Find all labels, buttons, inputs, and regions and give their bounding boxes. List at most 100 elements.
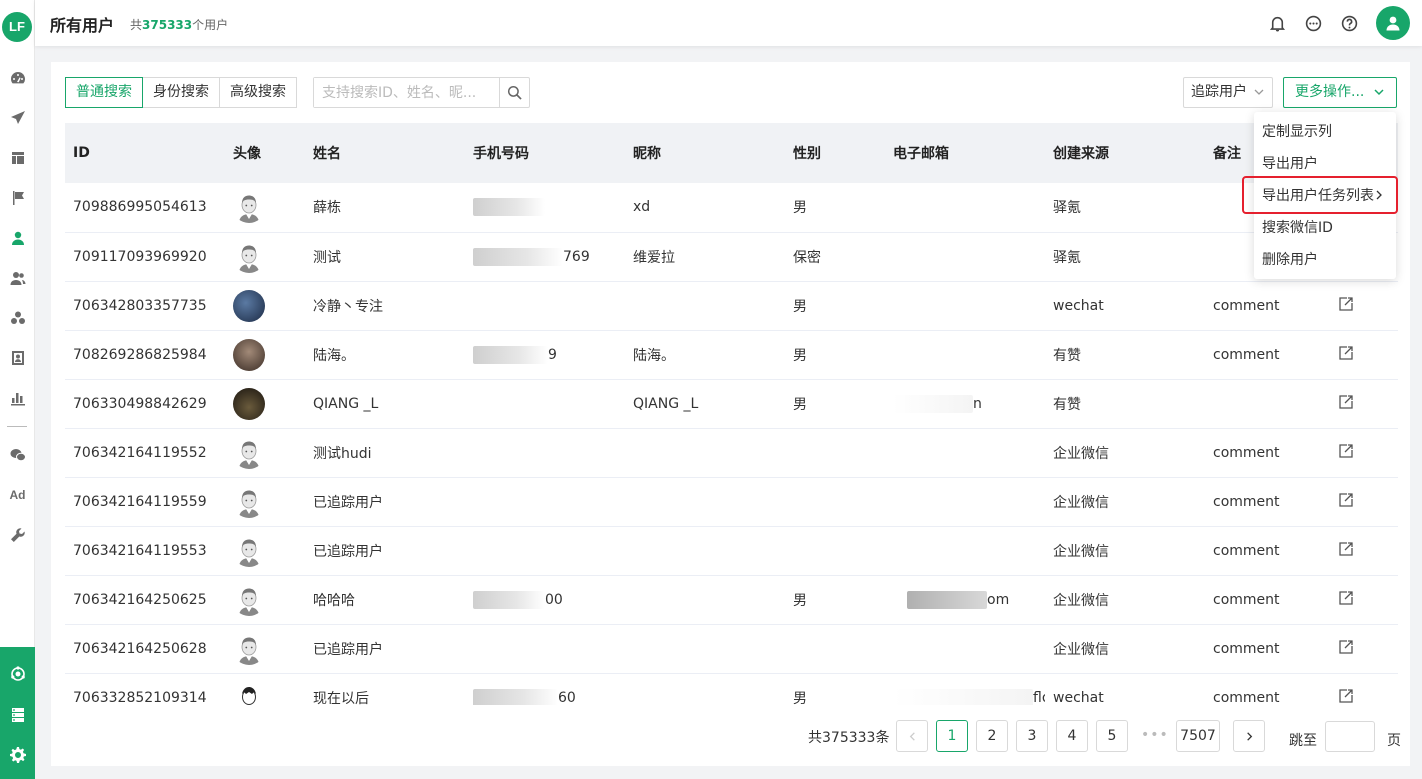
- table-row[interactable]: 709117093969920 测试 769 维爱拉 保密 驿氪: [65, 232, 1398, 282]
- cell-id[interactable]: 709117093969920: [65, 232, 225, 282]
- chat-icon[interactable]: [1303, 13, 1323, 33]
- menu-item-custom-columns[interactable]: 定制显示列: [1254, 116, 1396, 148]
- table-row[interactable]: 706342164250628 已追踪用户 企业微信 comment: [65, 624, 1398, 674]
- ad-icon[interactable]: Ad: [0, 483, 35, 507]
- edit-icon[interactable]: [1338, 688, 1354, 706]
- badge-icon[interactable]: [0, 346, 35, 370]
- user-icon[interactable]: [0, 226, 35, 250]
- bell-icon[interactable]: [1267, 13, 1287, 33]
- wechat-icon[interactable]: [0, 443, 35, 467]
- send-icon[interactable]: [0, 106, 35, 130]
- app-logo[interactable]: LF: [2, 12, 32, 42]
- page-1-button[interactable]: 1: [936, 720, 968, 752]
- cell-name[interactable]: 陆海。: [305, 330, 465, 380]
- wrench-icon[interactable]: [0, 523, 35, 547]
- page-4-button[interactable]: 4: [1056, 720, 1088, 752]
- cell-id[interactable]: 706342164250625: [65, 575, 225, 625]
- cell-id[interactable]: 706342164250628: [65, 624, 225, 674]
- menu-item-export-users[interactable]: 导出用户: [1254, 148, 1396, 180]
- cell-id[interactable]: 706342164119553: [65, 526, 225, 576]
- edit-icon[interactable]: [1338, 590, 1354, 610]
- edit-icon[interactable]: [1338, 639, 1354, 659]
- table-row[interactable]: 706342803357735 冷静丶专注 男 wechat comment: [65, 281, 1398, 331]
- edit-icon[interactable]: [1338, 394, 1354, 414]
- col-source[interactable]: 创建来源: [1045, 123, 1205, 183]
- cell-email-text: n: [973, 395, 982, 412]
- cell-id[interactable]: 706342803357735: [65, 281, 225, 331]
- cell-phone: 60: [465, 673, 625, 705]
- users-icon[interactable]: [0, 266, 35, 290]
- col-id[interactable]: ID: [65, 123, 225, 183]
- hub-icon[interactable]: [0, 662, 35, 686]
- col-name[interactable]: 姓名: [305, 123, 465, 183]
- table-row[interactable]: 706342164119553 已追踪用户 企业微信 comment: [65, 526, 1398, 576]
- cell-id[interactable]: 706342164119552: [65, 428, 225, 478]
- table-header-row: ID 头像 姓名 手机号码 昵称 性别 电子邮箱 创建来源 备注: [65, 123, 1398, 183]
- cell-id[interactable]: 708269286825984: [65, 330, 225, 380]
- col-gender[interactable]: 性别: [785, 123, 885, 183]
- page-5-button[interactable]: 5: [1096, 720, 1128, 752]
- tab-normal-search[interactable]: 普通搜索: [65, 77, 143, 108]
- search-icon[interactable]: [499, 78, 529, 107]
- default-avatar-icon: [233, 632, 265, 665]
- table-row[interactable]: 706332852109314 现在以后 60 男 flowechatcomment: [65, 673, 1398, 705]
- edit-icon[interactable]: [1338, 443, 1354, 463]
- cell-name[interactable]: 已追踪用户: [305, 526, 465, 576]
- last-page-button[interactable]: 7507: [1176, 720, 1220, 752]
- cell-note: comment: [1205, 477, 1330, 527]
- edit-icon[interactable]: [1338, 296, 1354, 316]
- search-input[interactable]: [314, 78, 499, 107]
- edit-icon[interactable]: [1338, 345, 1354, 365]
- cell-name[interactable]: 测试: [305, 232, 465, 282]
- more-actions-button[interactable]: 更多操作...: [1283, 77, 1397, 108]
- tab-advanced-search[interactable]: 高级搜索: [219, 77, 297, 108]
- cell-name[interactable]: 测试hudi: [305, 428, 465, 478]
- cell-id[interactable]: 709886995054613: [65, 183, 225, 233]
- dashboard-icon[interactable]: [0, 66, 35, 90]
- cell-name[interactable]: QIANG _L: [305, 379, 465, 429]
- layout-icon[interactable]: [0, 146, 35, 170]
- cell-note: comment: [1205, 673, 1330, 705]
- cell-name[interactable]: 现在以后: [305, 673, 465, 705]
- col-nickname[interactable]: 昵称: [625, 123, 785, 183]
- cell-name[interactable]: 薛栋: [305, 183, 465, 233]
- table-row[interactable]: 708269286825984 陆海。 9 陆海。男有赞 comment: [65, 330, 1398, 380]
- page-2-button[interactable]: 2: [976, 720, 1008, 752]
- help-icon[interactable]: [1339, 13, 1359, 33]
- cell-name[interactable]: 已追踪用户: [305, 477, 465, 527]
- chart-icon[interactable]: [0, 386, 35, 410]
- cell-name[interactable]: 哈哈哈: [305, 575, 465, 625]
- jump-page-input[interactable]: [1325, 721, 1375, 752]
- cell-id[interactable]: 706332852109314: [65, 673, 225, 705]
- col-avatar[interactable]: 头像: [225, 123, 305, 183]
- cell-id[interactable]: 706330498842629: [65, 379, 225, 429]
- table-row[interactable]: 706330498842629 QIANG _L QIANG _L 男 n 有赞: [65, 379, 1398, 429]
- col-email[interactable]: 电子邮箱: [885, 123, 1045, 183]
- menu-item-search-wechat-id[interactable]: 搜索微信ID: [1254, 212, 1396, 244]
- table-row[interactable]: 706342164119552 测试hudi 企业微信 comment: [65, 428, 1398, 478]
- edit-icon[interactable]: [1338, 541, 1354, 561]
- photo-avatar: [233, 338, 265, 371]
- table-row[interactable]: 706342164119559 已追踪用户 企业微信 comment: [65, 477, 1398, 527]
- menu-item-export-task-list[interactable]: 导出用户任务列表: [1254, 180, 1396, 212]
- cell-name[interactable]: 已追踪用户: [305, 624, 465, 674]
- prev-page-button[interactable]: [896, 720, 928, 752]
- table-row[interactable]: 706342164250625 哈哈哈 00 男 om 企业微信 comment: [65, 575, 1398, 625]
- edit-icon[interactable]: [1338, 492, 1354, 512]
- cell-id[interactable]: 706342164119559: [65, 477, 225, 527]
- table-row[interactable]: 709886995054613 薛栋 xd 男 驿氪: [65, 183, 1398, 233]
- redacted-phone: [473, 198, 545, 217]
- track-user-select[interactable]: 追踪用户: [1183, 77, 1273, 108]
- flag-icon[interactable]: [0, 186, 35, 210]
- user-avatar-icon[interactable]: [1376, 6, 1410, 40]
- cell-name[interactable]: 冷静丶专注: [305, 281, 465, 331]
- segments-icon[interactable]: [0, 306, 35, 330]
- tab-identity-search[interactable]: 身份搜索: [142, 77, 220, 108]
- col-phone[interactable]: 手机号码: [465, 123, 625, 183]
- next-page-button[interactable]: [1233, 720, 1265, 752]
- menu-item-delete-users[interactable]: 删除用户: [1254, 244, 1396, 276]
- settings-icon[interactable]: [0, 743, 35, 767]
- pagination-ellipsis[interactable]: •••: [1141, 727, 1169, 743]
- server-icon[interactable]: [0, 703, 35, 727]
- page-3-button[interactable]: 3: [1016, 720, 1048, 752]
